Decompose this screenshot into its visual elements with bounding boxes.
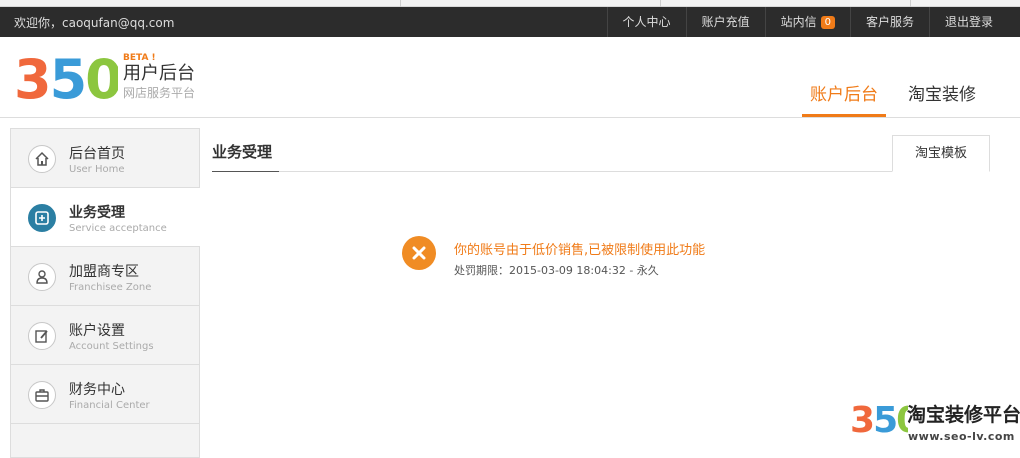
welcome-text: 欢迎你，caoqufan@qq.com [14,16,175,30]
svg-text:350: 350 [850,400,908,441]
personal-center-link[interactable]: 个人中心 [606,7,686,37]
sidebar-item-sublabel: Franchisee Zone [69,282,152,293]
sidebar-item-franchisee[interactable]: 加盟商专区 Franchisee Zone [11,247,199,306]
watermark-url: www.seo-lv.com [908,430,1015,443]
sidebar-item-financial[interactable]: 财务中心 Financial Center [11,365,199,424]
watermark-logo: 350 [850,400,908,441]
penalty-period: 处罚期限：2015-03-09 18:04:32 - 永久 [454,264,659,277]
edit-icon [28,322,56,350]
sidebar-item-account-settings[interactable]: 账户设置 Account Settings [11,306,199,365]
section-divider [212,171,990,172]
brand-title: 用户后台 [123,63,195,84]
sidebar-item-sublabel: Account Settings [69,341,154,352]
home-icon [28,145,56,173]
tab-account-backend[interactable]: 账户后台 [802,83,886,117]
sidebar-item-label: 加盟商专区 [69,264,139,280]
beta-label: BETA ! [123,53,156,63]
sidebar-item-sublabel: Service acceptance [69,223,167,234]
logout-link[interactable]: 退出登录 [928,7,1008,37]
logo-350[interactable]: 350 [14,52,118,104]
messages-link[interactable]: 站内信 0 [764,7,850,37]
sidebar-item-label: 财务中心 [69,382,125,398]
franchisee-icon [28,263,56,291]
top-nav: 个人中心 账户充值 站内信 0 客户服务 退出登录 [606,7,1008,37]
sidebar-item-home[interactable]: 后台首页 User Home [11,129,199,188]
sidebar-item-sublabel: Financial Center [69,400,150,411]
customer-service-link[interactable]: 客户服务 [849,7,929,37]
error-icon [402,236,436,270]
sidebar: 后台首页 User Home 业务受理 Service acceptance 加… [10,128,200,458]
header: 350 BETA ! 用户后台 网店服务平台 账户后台 淘宝装修 [0,37,1020,118]
taobao-template-button[interactable]: 淘宝模板 [892,135,990,172]
section-title: 业务受理 [212,141,279,172]
sidebar-item-sublabel: User Home [69,164,125,175]
logo-text: BETA ! 用户后台 网店服务平台 [123,53,195,101]
brand-subtitle: 网店服务平台 [123,86,196,100]
service-icon [28,204,56,232]
sidebar-item-label: 账户设置 [69,323,125,339]
header-tabs: 账户后台 淘宝装修 [788,83,984,117]
top-bar: 欢迎你，caoqufan@qq.com 个人中心 账户充值 站内信 0 客户服务 … [0,7,1020,37]
tab-taobao-decoration[interactable]: 淘宝装修 [900,83,984,117]
browser-tab-strip [0,0,1020,7]
messages-label: 站内信 [780,15,817,29]
watermark-title: 淘宝装修平台 [907,404,1020,426]
error-message: 你的账号由于低价销售,已被限制使用此功能 [454,243,706,258]
svg-text:350: 350 [14,52,118,104]
sidebar-item-label: 业务受理 [69,205,125,221]
message-count-badge: 0 [820,16,835,29]
account-recharge-link[interactable]: 账户充值 [685,7,765,37]
briefcase-icon [28,381,56,409]
sidebar-item-service[interactable]: 业务受理 Service acceptance [11,188,200,247]
sidebar-item-label: 后台首页 [69,146,125,162]
